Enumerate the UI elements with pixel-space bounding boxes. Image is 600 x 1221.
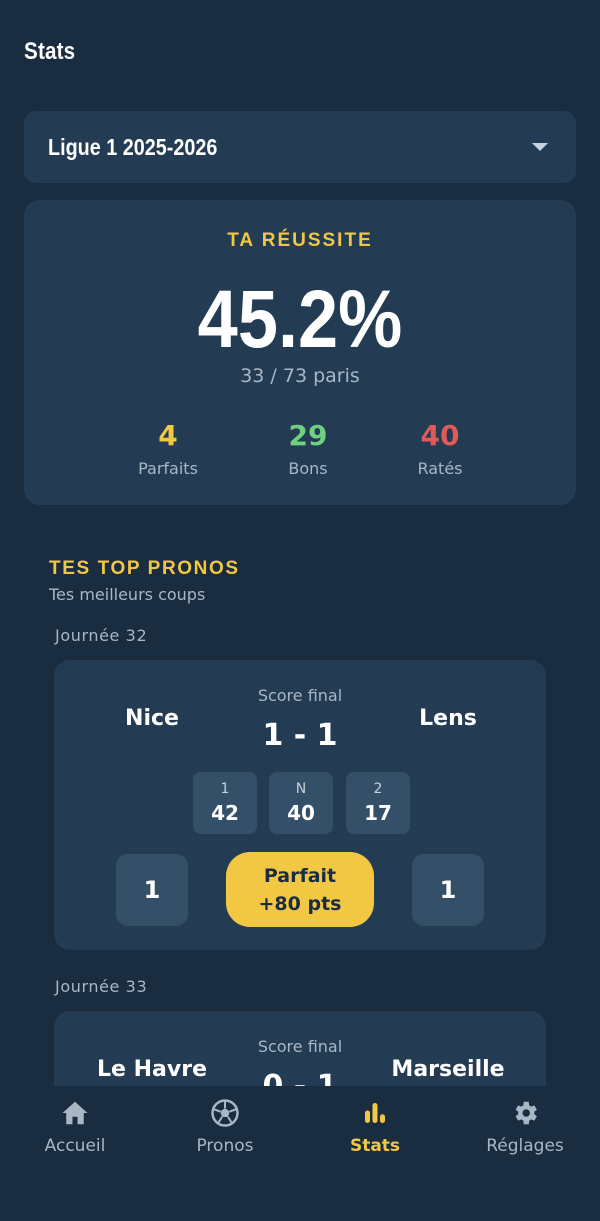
nav-label-reglages: Réglages — [486, 1136, 564, 1156]
stat-rates: 40 Ratés — [370, 419, 510, 479]
journee-label: Journée 33 — [55, 977, 148, 996]
chevron-down-icon — [532, 143, 548, 151]
odd-draw: N 40 — [269, 772, 333, 834]
nav-label-pronos: Pronos — [196, 1136, 254, 1156]
final-score: 1 - 1 — [262, 718, 338, 753]
score-label: Score final — [257, 1037, 343, 1056]
stat-rates-label: Ratés — [417, 459, 463, 478]
nav-item-stats[interactable]: Stats — [300, 1086, 450, 1221]
league-select[interactable]: Ligue 1 2025-2026 — [24, 111, 576, 183]
soccer-ball-icon — [211, 1099, 239, 1127]
stat-rates-value: 40 — [420, 419, 460, 452]
odd-draw-value: 40 — [287, 801, 315, 825]
stat-bons-label: Bons — [288, 459, 328, 478]
pick-away: 1 — [412, 854, 484, 926]
nav-item-pronos[interactable]: Pronos — [150, 1086, 300, 1221]
odd-home-key: 1 — [220, 781, 230, 797]
bottom-nav: Accueil Pronos Stats Réglages — [0, 1086, 600, 1221]
league-select-value: Ligue 1 2025-2026 — [48, 133, 218, 160]
stat-bons: 29 Bons — [238, 419, 378, 479]
score-label: Score final — [257, 686, 343, 705]
success-card: TA RÉUSSITE 45.2% 33 / 73 paris 4 Parfai… — [24, 200, 576, 505]
odd-home-value: 42 — [211, 801, 239, 825]
success-title: TA RÉUSSITE — [227, 230, 373, 251]
success-rate: 45.2% — [197, 274, 403, 365]
odd-away: 2 17 — [346, 772, 410, 834]
odd-away-key: 2 — [373, 781, 383, 797]
pick-home: 1 — [116, 854, 188, 926]
odd-draw-key: N — [295, 781, 307, 797]
paris-count: 33 / 73 paris — [240, 365, 360, 387]
home-icon — [62, 1101, 88, 1125]
bar-chart-icon — [365, 1103, 385, 1123]
odd-home: 1 42 — [193, 772, 257, 834]
stat-parfaits-value: 4 — [158, 419, 178, 452]
odd-away-value: 17 — [364, 801, 392, 825]
page-title: Stats — [24, 38, 76, 65]
top-pronos-subtitle: Tes meilleurs coups — [49, 585, 206, 604]
journee-label: Journée 32 — [55, 626, 148, 645]
nav-label-accueil: Accueil — [44, 1136, 106, 1156]
stat-bons-value: 29 — [288, 419, 328, 452]
nav-label-stats: Stats — [349, 1136, 401, 1156]
stat-parfaits-label: Parfaits — [138, 459, 198, 478]
top-pronos-title: TES TOP PRONOS — [49, 558, 240, 579]
result-points: +80 pts — [258, 893, 342, 915]
result-badge: Parfait +80 pts — [226, 852, 374, 927]
nav-item-reglages[interactable]: Réglages — [450, 1086, 600, 1221]
result-label: Parfait — [263, 865, 337, 887]
match-card[interactable]: Nice Lens Score final 1 - 1 1 42 N 40 2 … — [54, 660, 546, 950]
gear-icon — [515, 1101, 537, 1125]
nav-item-accueil[interactable]: Accueil — [0, 1086, 150, 1221]
stat-parfaits: 4 Parfaits — [98, 419, 238, 479]
